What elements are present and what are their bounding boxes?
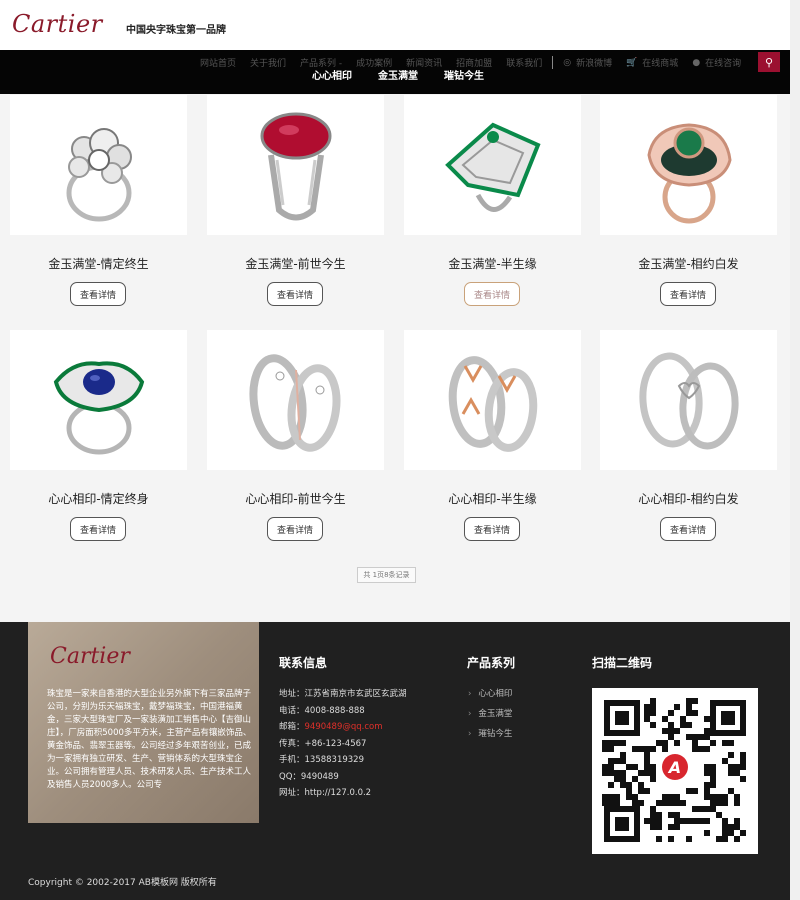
nav-divider xyxy=(552,56,554,69)
contact-website: 网址：http://127.0.0.2 xyxy=(279,788,372,798)
products-title: 产品系列 xyxy=(467,656,516,670)
nav-item-contact[interactable]: 联系我们 xyxy=(506,56,542,69)
brand-slogan: 中国央字珠宝第一品牌 xyxy=(126,25,226,36)
contact-fax: 传真：+86-123-4567 xyxy=(279,738,367,749)
contact-phone: 电话：4008-888-888 xyxy=(279,705,365,716)
products-submenu: 心心相印 金玉满堂 璀钻今生 xyxy=(312,67,510,82)
site-footer: Cartier 珠宝是一家来自香港的大型企业另外旗下有三家品牌子公司，分别为乐天… xyxy=(0,622,790,900)
view-details-button[interactable]: 查看详情 xyxy=(660,517,716,541)
consult-link[interactable]: ● 在线咨询 xyxy=(692,56,742,70)
view-details-button[interactable]: 查看详情 xyxy=(70,282,126,306)
view-details-button[interactable]: 查看详情 xyxy=(267,282,323,306)
contact-qq: QQ：9490489 xyxy=(279,771,339,782)
product-image[interactable] xyxy=(404,330,581,470)
product-card: 金玉满堂-情定终生 查看详情 xyxy=(10,95,187,306)
view-details-button[interactable]: 查看详情 xyxy=(464,282,520,306)
product-card: 金玉满堂-相约白发 查看详情 xyxy=(600,95,777,306)
nav-item-home[interactable]: 网站首页 xyxy=(200,56,236,69)
product-card: 心心相印-相约白发 查看详情 xyxy=(600,330,777,541)
view-details-button[interactable]: 查看详情 xyxy=(70,517,126,541)
chevron-right-icon: › xyxy=(468,729,472,739)
copyright-text: Copyright © 2002-2017 AB模板网 版权所有 xyxy=(28,878,217,888)
contact-email-row: 邮箱：9490489@qq.com xyxy=(279,719,407,736)
view-details-button[interactable]: 查看详情 xyxy=(267,517,323,541)
footer-link-cuizuan[interactable]: › 璀钻今生 xyxy=(468,724,512,744)
footer-link-xinxin[interactable]: › 心心相印 xyxy=(468,684,512,704)
mall-label: 在线商城 xyxy=(642,59,679,69)
product-card: 心心相印-前世今生 查看详情 xyxy=(207,330,384,541)
qr-code: A xyxy=(592,688,758,854)
submenu-item-xinxin[interactable]: 心心相印 xyxy=(312,67,352,82)
about-text: 珠宝是一家来自香港的大型企业另外旗下有三家品牌子公司，分别为乐天福珠宝，戴梦福珠… xyxy=(47,689,252,790)
footer-link-label: 心心相印 xyxy=(478,689,513,699)
product-name[interactable]: 金玉满堂-半生缘 xyxy=(404,255,581,272)
product-card: 心心相印-情定终身 查看详情 xyxy=(10,330,187,541)
product-image[interactable] xyxy=(207,95,384,235)
product-image[interactable] xyxy=(10,330,187,470)
chat-icon: ● xyxy=(692,57,701,68)
product-image[interactable] xyxy=(404,95,581,235)
cartier-logo[interactable]: Cartier xyxy=(12,10,103,38)
cart-icon: 🛒 xyxy=(626,57,638,68)
nav-item-about[interactable]: 关于我们 xyxy=(250,56,286,69)
footer-link-jinyu[interactable]: › 金玉满堂 xyxy=(468,704,512,724)
email-label: 邮箱： xyxy=(279,722,305,732)
svg-text:A: A xyxy=(667,758,681,777)
qr-code-image: A xyxy=(602,698,746,842)
chevron-right-icon: › xyxy=(468,689,472,699)
weibo-link[interactable]: ◎ 新浪微博 xyxy=(563,56,613,70)
contact-mobile: 手机：13588319329 xyxy=(279,755,364,765)
product-card: 金玉满堂-前世今生 查看详情 xyxy=(207,95,384,306)
submenu-item-cuizuan[interactable]: 璀钻今生 xyxy=(444,67,484,82)
product-name[interactable]: 心心相印-情定终身 xyxy=(10,490,187,507)
product-links: › 心心相印 › 金玉满堂 › 璀钻今生 xyxy=(468,684,512,744)
product-image[interactable] xyxy=(600,330,777,470)
top-header: Cartier 中国央字珠宝第一品牌 xyxy=(0,0,790,50)
chevron-right-icon: › xyxy=(468,709,472,719)
contact-info: 地址：江苏省南京市玄武区玄武湖 电话：4008-888-888 邮箱：94904… xyxy=(279,686,407,802)
view-details-button[interactable]: 查看详情 xyxy=(660,282,716,306)
product-image[interactable] xyxy=(10,95,187,235)
search-icon: ⚲ xyxy=(764,55,774,69)
product-name[interactable]: 金玉满堂-前世今生 xyxy=(207,255,384,272)
product-name[interactable]: 金玉满堂-相约白发 xyxy=(600,255,777,272)
contact-title: 联系信息 xyxy=(279,656,328,670)
weibo-label: 新浪微博 xyxy=(576,59,613,69)
weibo-icon: ◎ xyxy=(563,57,572,68)
product-image[interactable] xyxy=(207,330,384,470)
footer-link-label: 金玉满堂 xyxy=(478,709,513,719)
page-scrollbar[interactable] xyxy=(790,0,800,900)
footer-link-label: 璀钻今生 xyxy=(478,729,513,739)
about-panel: Cartier 珠宝是一家来自香港的大型企业另外旗下有三家品牌子公司，分别为乐天… xyxy=(28,622,259,823)
contact-address: 地址：江苏省南京市玄武区玄武湖 xyxy=(279,689,407,699)
product-name[interactable]: 心心相印-前世今生 xyxy=(207,490,384,507)
view-details-button[interactable]: 查看详情 xyxy=(464,517,520,541)
product-name[interactable]: 心心相印-相约白发 xyxy=(600,490,777,507)
pagination-info: 共 1页8条记录 xyxy=(357,567,416,583)
qr-title: 扫描二维码 xyxy=(592,656,653,670)
main-navbar: 网站首页 关于我们 产品系列 - 成功案例 新闻资讯 招商加盟 联系我们 ◎ 新浪… xyxy=(0,50,790,94)
search-button[interactable]: ⚲ xyxy=(758,52,780,72)
product-image[interactable] xyxy=(600,95,777,235)
contact-email[interactable]: 9490489@qq.com xyxy=(305,722,383,732)
footer-logo: Cartier xyxy=(50,644,130,669)
submenu-item-jinyu[interactable]: 金玉满堂 xyxy=(378,67,418,82)
mall-link[interactable]: 🛒 在线商城 xyxy=(626,56,679,70)
product-name[interactable]: 心心相印-半生缘 xyxy=(404,490,581,507)
product-card: 金玉满堂-半生缘 查看详情 xyxy=(404,95,581,306)
product-name[interactable]: 金玉满堂-情定终生 xyxy=(10,255,187,272)
consult-label: 在线咨询 xyxy=(705,59,742,69)
product-card: 心心相印-半生缘 查看详情 xyxy=(404,330,581,541)
